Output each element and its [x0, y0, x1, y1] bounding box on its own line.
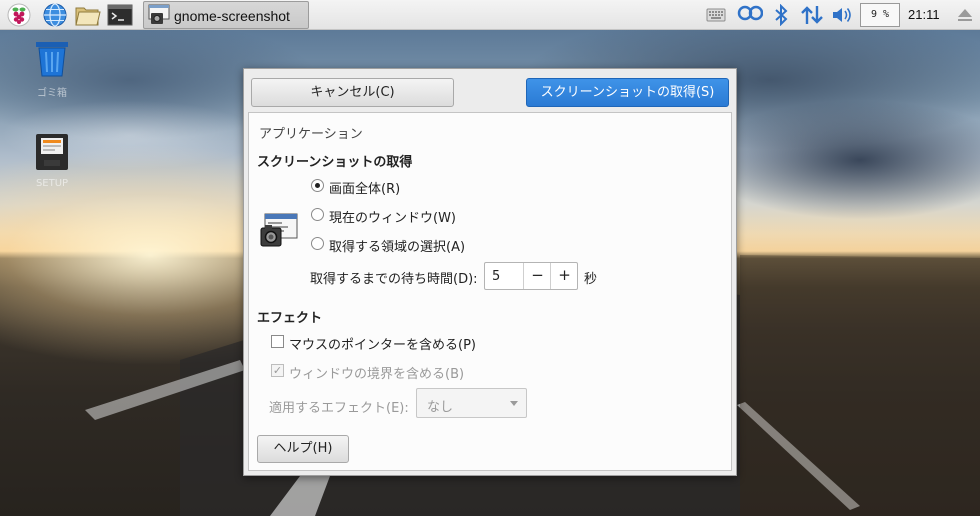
keyboard-icon[interactable] [706, 7, 726, 23]
radio-current-window[interactable] [311, 208, 324, 221]
sd-card-icon[interactable] [32, 132, 72, 172]
bluetooth-icon[interactable] [772, 3, 790, 27]
apply-effect-select[interactable]: なし [416, 388, 527, 418]
radio-whole-screen[interactable] [311, 179, 324, 192]
network-icon[interactable] [800, 4, 824, 26]
app-section-label: アプリケーション [259, 127, 363, 142]
options-panel: アプリケーション スクリーンショットの取得 画面全体(R) 現在のウィンドウ(W… [248, 112, 732, 471]
delay-label: 取得するまでの待ち時間(D): [310, 272, 478, 287]
apply-effect-value: なし [427, 400, 454, 415]
top-panel: gnome-screenshot 9 % 21:11 [0, 0, 980, 30]
help-button[interactable]: ヘルプ(H) [257, 435, 349, 463]
decrement-button[interactable]: − [523, 263, 551, 289]
increment-button[interactable]: + [550, 263, 578, 289]
dropdown-arrow-icon [510, 401, 518, 406]
file-manager-icon[interactable] [75, 3, 101, 27]
screenshot-illustration-icon [259, 212, 299, 254]
eject-icon[interactable] [957, 8, 973, 22]
effects-heading: エフェクト [257, 311, 323, 326]
raspberry-menu-icon[interactable] [7, 3, 31, 27]
option-current-window-label[interactable]: 現在のウィンドウ(W) [329, 207, 456, 226]
taskbar-window-button[interactable]: gnome-screenshot [143, 1, 309, 29]
radio-select-area[interactable] [311, 237, 324, 250]
clock[interactable]: 21:11 [908, 7, 940, 22]
take-screenshot-button[interactable]: スクリーンショットの取得(S) [526, 78, 729, 107]
screenshot-dialog: キャンセル(C) スクリーンショットの取得(S) アプリケーション スクリーンシ… [243, 68, 737, 476]
option-select-area-label[interactable]: 取得する領域の選択(A) [329, 236, 465, 255]
delay-unit: 秒 [584, 272, 598, 287]
include-border-label[interactable]: ウィンドウの境界を含める(B) [289, 363, 464, 382]
take-screenshot-heading: スクリーンショットの取得 [257, 155, 413, 170]
apply-effect-label: 適用するエフェクト(E): [269, 401, 409, 416]
terminal-icon[interactable] [107, 3, 133, 27]
cpu-usage-monitor[interactable]: 9 % [860, 3, 900, 27]
delay-spinbutton[interactable]: 5 − + [484, 262, 578, 290]
option-whole-screen-label[interactable]: 画面全体(R) [329, 178, 400, 197]
taskbar-window-title: gnome-screenshot [174, 8, 290, 24]
include-border-checkbox[interactable]: ✓ [271, 364, 284, 377]
volume-icon[interactable] [831, 5, 853, 25]
sd-card-icon-label: SETUP [35, 178, 69, 189]
delay-value[interactable]: 5 [492, 269, 500, 284]
include-pointer-label[interactable]: マウスのポインターを含める(P) [289, 334, 476, 353]
include-pointer-checkbox[interactable] [271, 335, 284, 348]
screenshot-app-icon [148, 4, 172, 30]
web-browser-icon[interactable] [43, 3, 67, 27]
input-method-icon[interactable] [737, 4, 764, 24]
cancel-button[interactable]: キャンセル(C) [251, 78, 454, 107]
trash-icon-label: ゴミ箱 [37, 88, 67, 99]
trash-icon[interactable] [32, 38, 72, 78]
